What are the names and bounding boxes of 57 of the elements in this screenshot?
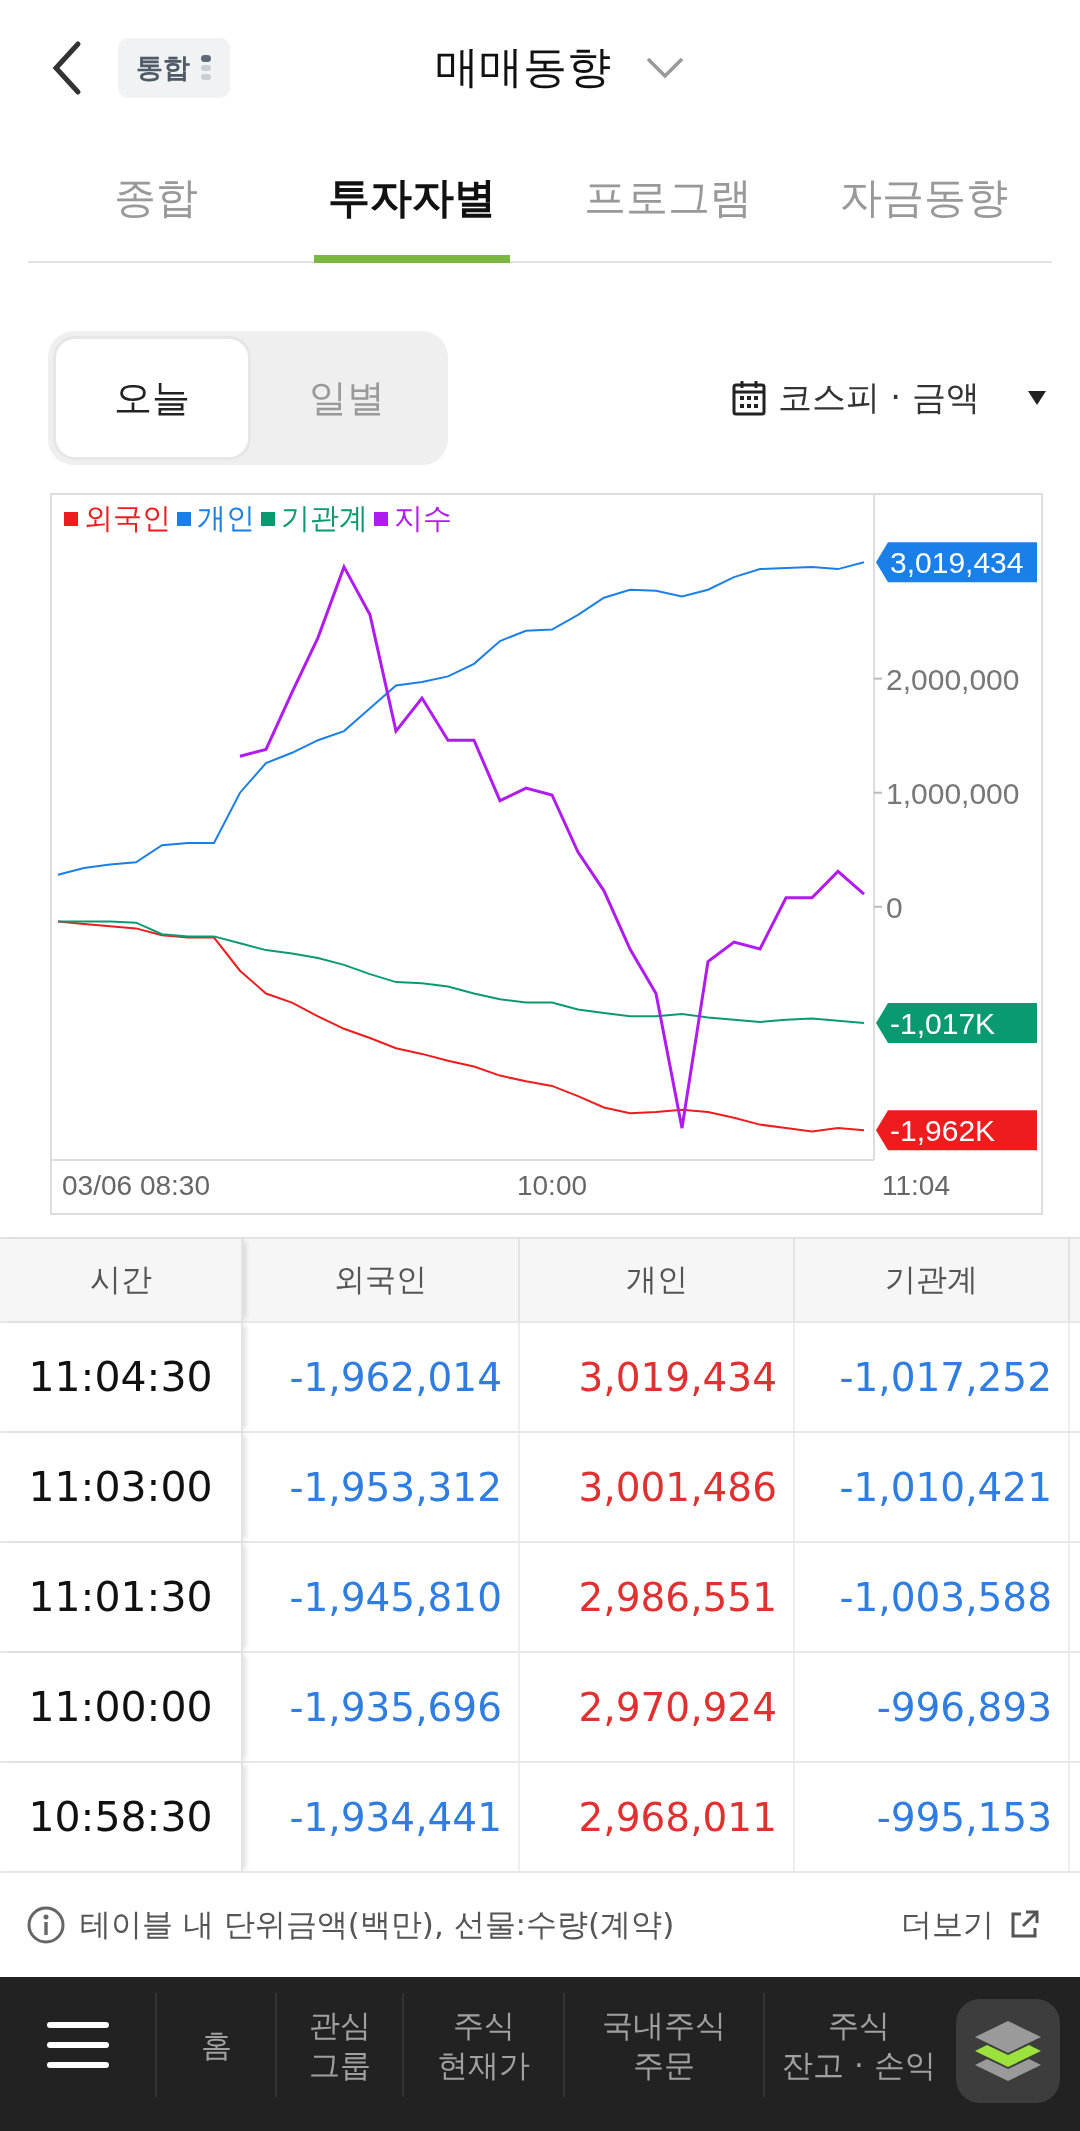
column-header: 개인 [520, 1239, 795, 1321]
table-cell: -996,893 [795, 1653, 1070, 1761]
table-cell: 2,986,551 [520, 1543, 795, 1651]
table-cell: 11:03:00 [0, 1433, 243, 1541]
dropdown-icon [1028, 391, 1046, 405]
column-header: 시간 [0, 1239, 243, 1321]
table-cell: 2,970,924 [520, 1653, 795, 1761]
table-cell: -1,935,696 [243, 1653, 520, 1761]
table-cell: -1,962,014 [243, 1323, 520, 1431]
axis-label: 10:00 [516, 1170, 588, 1201]
axis-label: 11:04 [882, 1170, 950, 1201]
nav-item[interactable]: 주식 잔고 · 손익 [763, 1993, 953, 2097]
chevron-down-icon[interactable] [645, 55, 685, 80]
segment-button[interactable]: 오늘 [53, 336, 251, 460]
table-cell: 11:01:30 [0, 1543, 243, 1651]
table-cell: -1,945,810 [243, 1543, 520, 1651]
legend-label: 지수 [394, 500, 452, 537]
nav-item[interactable]: 주식 현재가 [402, 1993, 563, 2097]
nav-item[interactable]: 홈 [155, 1993, 275, 2097]
table-cell: -1,017,252 [795, 1323, 1070, 1431]
legend-label: 개인 [197, 500, 255, 537]
value-flag: -1,962K [876, 1110, 1037, 1151]
legend-label: 기관계 [281, 500, 368, 537]
page-title: 매매동향 [434, 40, 611, 94]
table-cell: -1,953,312 [243, 1433, 520, 1541]
value-flag: 3,019,434 [876, 542, 1037, 583]
table-cell: 2,968,011 [520, 1763, 795, 1871]
footnote-text: 테이블 내 단위금액(백만), 선물:수량(계약) [80, 1905, 675, 1944]
tab[interactable]: 투자자별 [284, 135, 540, 261]
info-icon [26, 1905, 66, 1945]
legend-label: 외국인 [84, 500, 171, 537]
nav-item[interactable]: 국내주식 주문 [563, 1993, 763, 2097]
table-cell: 3,019,434 [520, 1323, 795, 1431]
table-cell: -995,153 [795, 1763, 1070, 1871]
table-cell: -1,934,441 [243, 1763, 520, 1871]
axis-label: 03/06 08:30 [62, 1170, 210, 1201]
table-cell: 3,001,486 [520, 1433, 795, 1541]
column-header: 기관계 [795, 1239, 1070, 1321]
table-cell: 10:58:30 [0, 1763, 243, 1871]
table-cell: -1,003,588 [795, 1543, 1070, 1651]
table-cell: -1,010,421 [795, 1433, 1070, 1541]
value-flag: -1,017K [876, 1003, 1037, 1044]
market-selector[interactable]: 코스피 · 금액 [725, 374, 1052, 422]
layers-button[interactable] [956, 1999, 1060, 2103]
column-header: 외국인 [243, 1239, 520, 1321]
market-badge[interactable]: 통합 [118, 37, 230, 98]
axis-label: 2,000,000 [886, 662, 1020, 696]
toggle-icon [200, 53, 212, 82]
axis-label: 1,000,000 [886, 776, 1020, 810]
calendar-icon [731, 380, 766, 416]
axis-label: 0 [886, 890, 903, 924]
table-cell: 11:04:30 [0, 1323, 243, 1431]
layers-icon [973, 2018, 1043, 2084]
table-cell: 11:00:00 [0, 1653, 243, 1761]
more-link[interactable]: 더보기 [895, 1903, 1046, 1947]
nav-item[interactable]: 관심 그룹 [275, 1993, 402, 2097]
menu-icon [46, 2022, 109, 2068]
